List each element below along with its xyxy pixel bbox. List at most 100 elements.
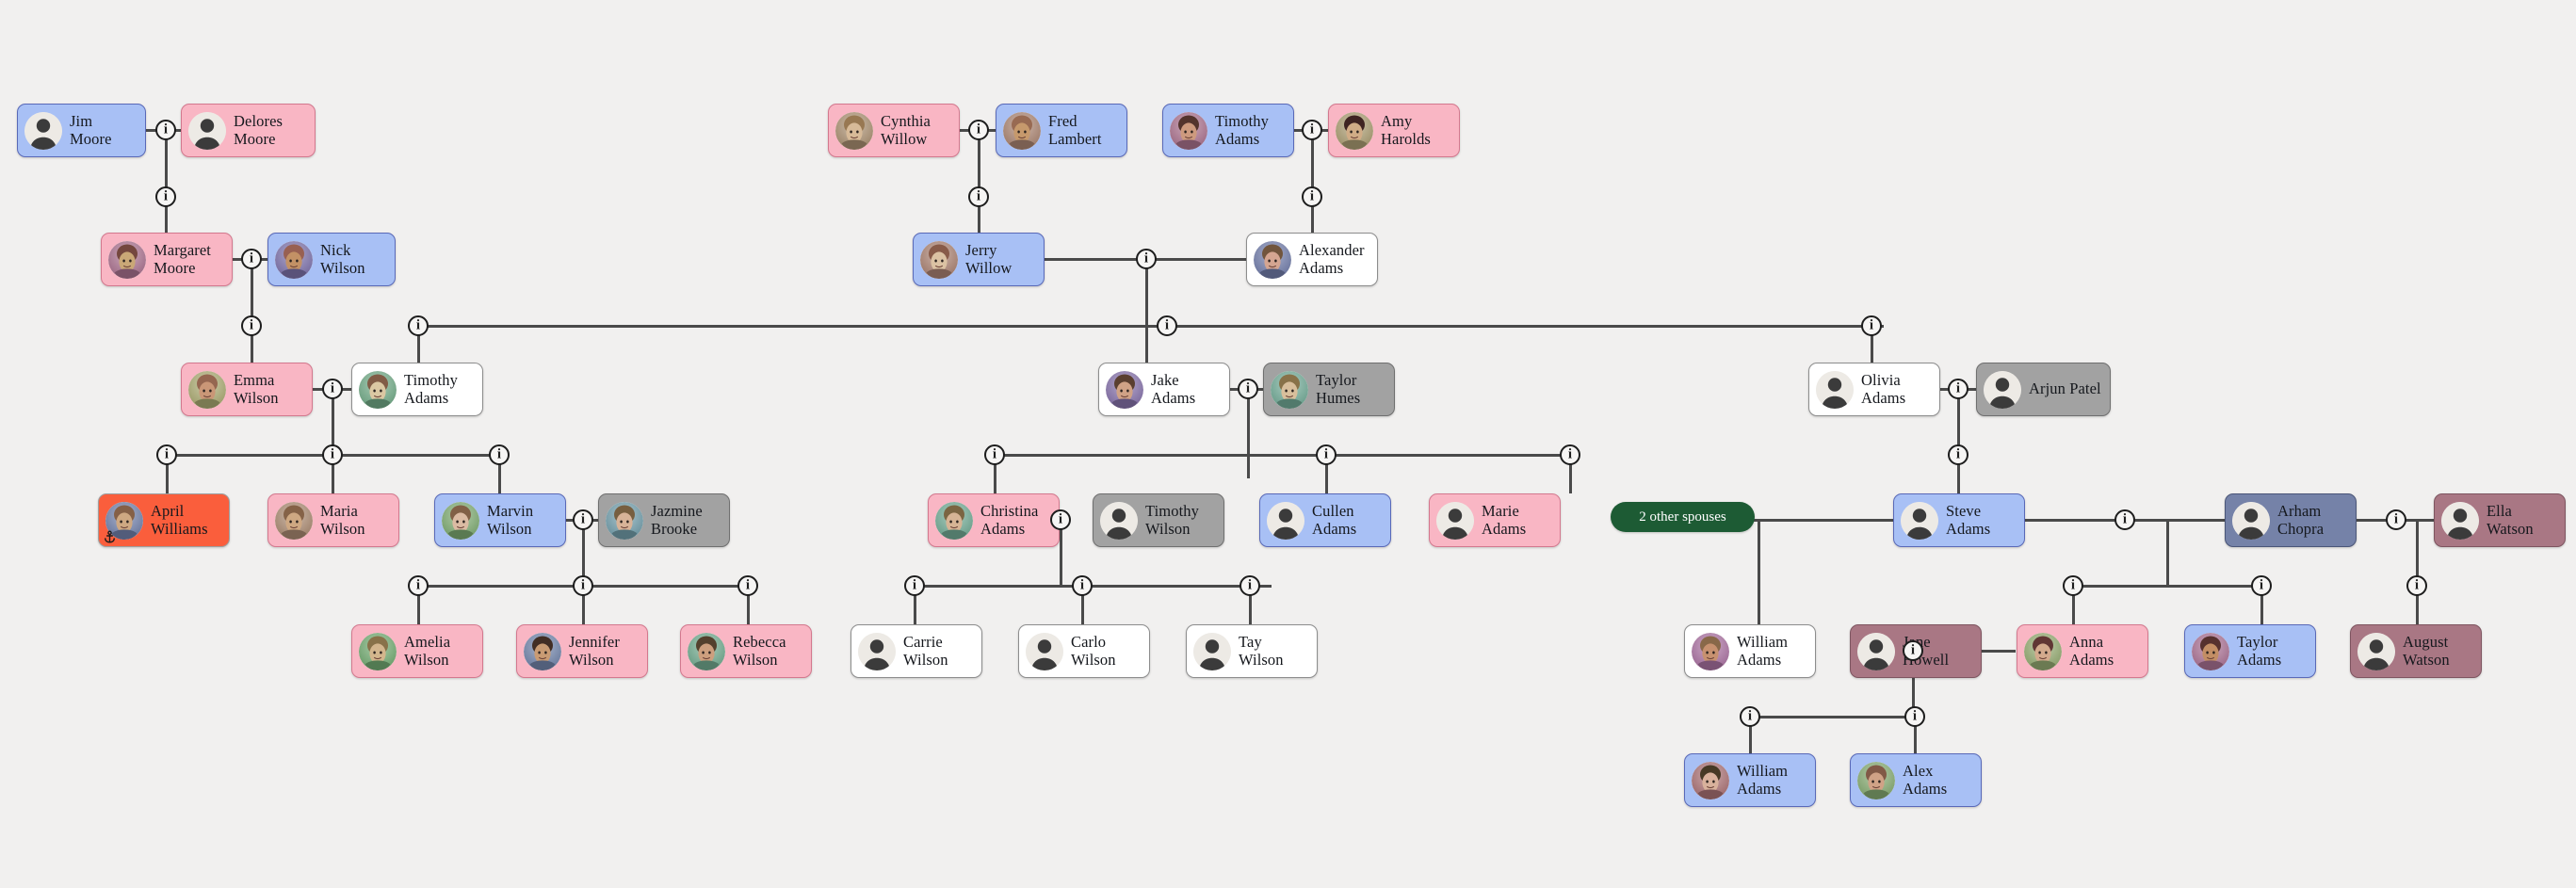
person-card-jerry-willow[interactable]: Jerry Willow — [913, 233, 1045, 286]
person-card-margaret-moore[interactable]: Margaret Moore — [101, 233, 233, 286]
person-name: Tay Wilson — [1239, 633, 1284, 669]
info-circle-icon[interactable]: i — [1050, 509, 1071, 530]
info-circle-icon[interactable]: i — [1948, 444, 1968, 465]
person-card-amelia-wilson[interactable]: Amelia Wilson — [351, 624, 483, 678]
person-card-timothy-adams-1[interactable]: Timothy Adams — [351, 363, 483, 416]
info-circle-icon[interactable]: i — [489, 444, 510, 465]
info-circle-icon[interactable]: i — [968, 120, 989, 140]
info-circle-icon[interactable]: i — [241, 315, 262, 336]
person-card-marvin-wilson[interactable]: Marvin Wilson — [434, 493, 566, 547]
info-circle-icon[interactable]: i — [156, 444, 177, 465]
info-circle-icon[interactable]: i — [2114, 509, 2135, 530]
person-card-april-williams[interactable]: April Williams — [98, 493, 230, 547]
person-card-august-watson[interactable]: August Watson — [2350, 624, 2482, 678]
info-circle-icon[interactable]: i — [241, 249, 262, 269]
info-circle-icon[interactable]: i — [2063, 575, 2083, 596]
info-circle-icon[interactable]: i — [1903, 640, 1923, 661]
person-card-jim-moore[interactable]: Jim Moore — [17, 104, 146, 157]
person-name: Timothy Adams — [404, 371, 458, 407]
person-name: Timothy Adams — [1215, 112, 1269, 148]
info-circle-icon[interactable]: i — [2406, 575, 2427, 596]
info-circle-icon[interactable]: i — [737, 575, 758, 596]
info-circle-icon[interactable]: i — [1740, 706, 1760, 727]
info-circle-icon[interactable]: i — [2386, 509, 2406, 530]
info-circle-icon[interactable]: i — [573, 575, 593, 596]
person-card-nick-wilson[interactable]: Nick Wilson — [267, 233, 396, 286]
person-card-marie-adams[interactable]: Marie Adams — [1429, 493, 1561, 547]
person-card-jake-adams[interactable]: Jake Adams — [1098, 363, 1230, 416]
info-glyph: i — [1323, 446, 1329, 461]
person-card-taylor-humes[interactable]: Taylor Humes — [1263, 363, 1395, 416]
person-card-taylor-adams[interactable]: Taylor Adams — [2184, 624, 2316, 678]
info-circle-icon[interactable]: i — [155, 186, 176, 207]
person-card-tay-wilson[interactable]: Tay Wilson — [1186, 624, 1318, 678]
person-card-jazmine-brooke[interactable]: Jazmine Brooke — [598, 493, 730, 547]
person-card-carlo-wilson[interactable]: Carlo Wilson — [1018, 624, 1150, 678]
avatar — [359, 632, 397, 670]
person-card-cynthia-willow[interactable]: Cynthia Willow — [828, 104, 960, 157]
person-card-rebecca-wilson[interactable]: Rebecca Wilson — [680, 624, 812, 678]
avatar — [1816, 370, 1854, 409]
person-card-alexander-adams[interactable]: Alexander Adams — [1246, 233, 1378, 286]
avatar — [24, 111, 62, 150]
info-glyph: i — [249, 250, 254, 266]
person-name: Marie Adams — [1482, 502, 1527, 538]
person-card-william-adams-c[interactable]: William Adams — [1684, 753, 1816, 807]
info-glyph: i — [1912, 708, 1918, 723]
info-circle-icon[interactable]: i — [1948, 379, 1968, 399]
info-glyph: i — [1747, 708, 1753, 723]
connector-line — [417, 325, 1884, 328]
person-card-alex-adams[interactable]: Alex Adams — [1850, 753, 1982, 807]
person-name: Fred Lambert — [1048, 112, 1102, 148]
other-spouses-badge[interactable]: 2 other spouses — [1611, 502, 1755, 532]
person-card-timothy-wilson[interactable]: Timothy Wilson — [1093, 493, 1224, 547]
person-card-steve-adams[interactable]: Steve Adams — [1893, 493, 2025, 547]
info-circle-icon[interactable]: i — [984, 444, 1005, 465]
person-card-olivia-adams[interactable]: Olivia Adams — [1808, 363, 1940, 416]
info-circle-icon[interactable]: i — [1302, 186, 1322, 207]
info-circle-icon[interactable]: i — [1238, 379, 1258, 399]
info-glyph: i — [2393, 511, 2399, 526]
info-circle-icon[interactable]: i — [573, 509, 593, 530]
info-circle-icon[interactable]: i — [408, 315, 429, 336]
info-circle-icon[interactable]: i — [2251, 575, 2272, 596]
avatar — [442, 501, 479, 540]
info-circle-icon[interactable]: i — [904, 575, 925, 596]
person-card-ella-watson[interactable]: Ella Watson — [2434, 493, 2566, 547]
info-glyph: i — [580, 511, 586, 526]
info-circle-icon[interactable]: i — [1302, 120, 1322, 140]
person-card-cullen-adams[interactable]: Cullen Adams — [1259, 493, 1391, 547]
person-card-delores-moore[interactable]: Delores Moore — [181, 104, 316, 157]
info-circle-icon[interactable]: i — [322, 379, 343, 399]
person-card-maria-wilson[interactable]: Maria Wilson — [267, 493, 399, 547]
person-card-christina-adams[interactable]: Christina Adams — [928, 493, 1060, 547]
avatar — [606, 501, 643, 540]
person-card-jennifer-wilson[interactable]: Jennifer Wilson — [516, 624, 648, 678]
person-card-arjun-patel[interactable]: Arjun Patel — [1976, 363, 2111, 416]
person-card-arham-chopra[interactable]: Arham Chopra — [2225, 493, 2357, 547]
person-card-emma-wilson[interactable]: Emma Wilson — [181, 363, 313, 416]
family-tree-canvas[interactable]: i i i i i i i i i i i i i i i i i i i i i i i i i i i i i i i i i i i i i i 2 … — [0, 0, 2576, 888]
person-card-william-adams-s[interactable]: William Adams — [1684, 624, 1816, 678]
person-card-timothy-adams-2[interactable]: Timothy Adams — [1162, 104, 1294, 157]
person-card-anna-adams[interactable]: Anna Adams — [2017, 624, 2148, 678]
info-circle-icon[interactable]: i — [1072, 575, 1093, 596]
person-card-fred-lambert[interactable]: Fred Lambert — [996, 104, 1127, 157]
info-circle-icon[interactable]: i — [408, 575, 429, 596]
info-circle-icon[interactable]: i — [322, 444, 343, 465]
info-circle-icon[interactable]: i — [1316, 444, 1337, 465]
person-card-amy-harolds[interactable]: Amy Harolds — [1328, 104, 1460, 157]
person-name: Olivia Adams — [1861, 371, 1906, 407]
person-name: Timothy Wilson — [1145, 502, 1199, 538]
info-circle-icon[interactable]: i — [1136, 249, 1157, 269]
info-circle-icon[interactable]: i — [1239, 575, 1260, 596]
info-circle-icon[interactable]: i — [1904, 706, 1925, 727]
info-circle-icon[interactable]: i — [1157, 315, 1177, 336]
info-circle-icon[interactable]: i — [155, 120, 176, 140]
info-circle-icon[interactable]: i — [1560, 444, 1580, 465]
connector-line — [914, 585, 1272, 588]
avatar — [188, 370, 226, 409]
person-card-carrie-wilson[interactable]: Carrie Wilson — [851, 624, 982, 678]
info-circle-icon[interactable]: i — [1861, 315, 1882, 336]
info-circle-icon[interactable]: i — [968, 186, 989, 207]
